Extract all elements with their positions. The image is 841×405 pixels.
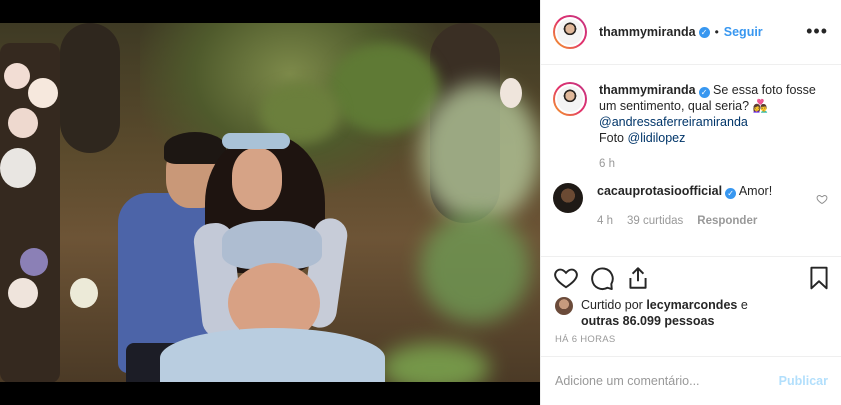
caption-body: thammymiranda ✓ Se essa foto fosse um sen… bbox=[599, 82, 819, 172]
verified-badge-icon: ✓ bbox=[725, 188, 737, 199]
author-info: thammymiranda ✓ • Seguir bbox=[599, 25, 763, 39]
photo-flower bbox=[70, 278, 98, 308]
photo-flower bbox=[500, 78, 522, 108]
liked-by-conj: e bbox=[740, 298, 748, 312]
post-actions: Curtido por lecymarcondes e outras 86.09… bbox=[541, 256, 841, 329]
verified-badge-icon: ✓ bbox=[698, 87, 710, 98]
caption-mention[interactable]: @andressaferreiramiranda bbox=[599, 115, 748, 129]
liked-by-user[interactable]: lecymarcondes bbox=[646, 298, 737, 312]
comment-like-heart-icon[interactable] bbox=[816, 193, 828, 205]
photo-flower bbox=[20, 248, 48, 276]
photo-blurred-leaf bbox=[420, 83, 540, 223]
comment-text: Amor! bbox=[738, 184, 773, 198]
caption-username[interactable]: thammymiranda bbox=[599, 83, 696, 97]
verified-badge-icon: ✓ bbox=[698, 26, 710, 38]
photo-blurred-leaf bbox=[380, 343, 490, 382]
author-avatar[interactable] bbox=[553, 15, 587, 49]
instagram-post: thammymiranda ✓ • Seguir ••• thammymiran… bbox=[0, 0, 841, 405]
comment: cacauprotasioofficial ✓ Amor! 4 h 39 curt… bbox=[553, 183, 817, 229]
liker-avatar[interactable] bbox=[555, 297, 573, 315]
comment-username[interactable]: cacauprotasioofficial bbox=[597, 184, 722, 198]
photo-flower-crown bbox=[222, 133, 290, 149]
post-sidebar: thammymiranda ✓ • Seguir ••• thammymiran… bbox=[540, 0, 841, 405]
photo-tree-trunk bbox=[60, 23, 120, 153]
photo-blurred-leaf bbox=[420, 213, 530, 323]
comment-time[interactable]: 4 h bbox=[597, 213, 613, 229]
photo-lace-top bbox=[222, 221, 322, 269]
caption-meta: 6 h bbox=[599, 156, 819, 172]
caption: thammymiranda ✓ Se essa foto fosse um sen… bbox=[553, 82, 819, 172]
post-timestamp[interactable]: HÁ 6 HORAS bbox=[555, 334, 616, 345]
photo-foliage bbox=[330, 43, 440, 133]
save-bookmark-icon[interactable] bbox=[806, 265, 832, 291]
comments-section: thammymiranda ✓ Se essa foto fosse um sen… bbox=[541, 66, 841, 256]
publish-button[interactable]: Publicar bbox=[779, 374, 828, 388]
comment-icon[interactable] bbox=[589, 265, 615, 291]
comment-body: cacauprotasioofficial ✓ Amor! 4 h 39 curt… bbox=[597, 183, 817, 229]
share-icon[interactable] bbox=[625, 265, 651, 291]
like-heart-icon[interactable] bbox=[553, 265, 579, 291]
post-photo[interactable] bbox=[0, 23, 540, 382]
author-username[interactable]: thammymiranda bbox=[599, 25, 696, 39]
comment-meta: 4 h 39 curtidas Responder bbox=[597, 213, 817, 229]
liked-by-others[interactable]: outras 86.099 pessoas bbox=[581, 314, 714, 328]
photo-flower bbox=[28, 78, 58, 108]
caption-photographer-mention[interactable]: @lidilopez bbox=[628, 131, 686, 145]
caption-time[interactable]: 6 h bbox=[599, 156, 615, 172]
comment-likes[interactable]: 39 curtidas bbox=[627, 213, 683, 229]
follow-button[interactable]: Seguir bbox=[724, 25, 763, 39]
photo-flower bbox=[0, 148, 36, 188]
liked-by: Curtido por lecymarcondes e outras 86.09… bbox=[555, 297, 781, 329]
photo-flower bbox=[8, 108, 38, 138]
reply-button[interactable]: Responder bbox=[697, 213, 757, 229]
comment-input[interactable] bbox=[555, 374, 779, 388]
commenter-avatar[interactable] bbox=[553, 183, 583, 213]
liked-by-prefix: Curtido por bbox=[581, 298, 643, 312]
post-header: thammymiranda ✓ • Seguir ••• bbox=[541, 0, 841, 65]
caption-credit-prefix: Foto bbox=[599, 131, 625, 145]
photo-flower bbox=[4, 63, 30, 89]
photo-woman-face bbox=[232, 148, 282, 210]
photo-tulle-skirt bbox=[160, 328, 385, 382]
separator-dot: • bbox=[714, 25, 719, 39]
photo-flower bbox=[8, 278, 38, 308]
more-options-icon[interactable]: ••• bbox=[806, 22, 828, 40]
post-media bbox=[0, 0, 540, 405]
caption-avatar[interactable] bbox=[553, 82, 587, 116]
add-comment-bar: Publicar bbox=[541, 356, 841, 405]
liked-by-text: Curtido por lecymarcondes e outras 86.09… bbox=[581, 297, 781, 329]
